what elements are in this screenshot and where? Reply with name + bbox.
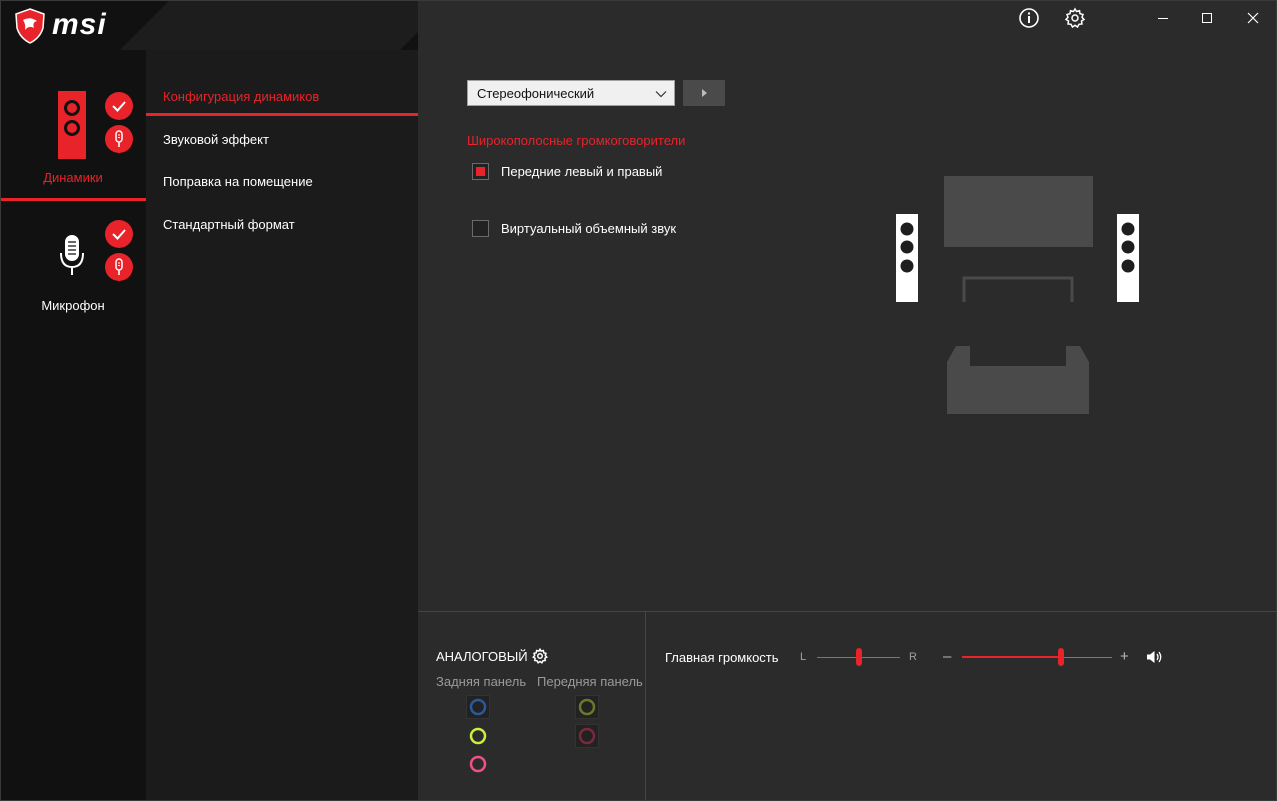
dragon-shield-icon [15, 8, 45, 44]
front-lr-checkbox[interactable] [472, 163, 489, 180]
nav-item-sound-effect[interactable]: Звуковой эффект [163, 132, 269, 147]
analog-settings-gear-icon[interactable] [531, 647, 549, 665]
gear-icon[interactable] [1063, 6, 1087, 30]
front-lr-label: Передние левый и правый [501, 164, 663, 179]
nav-item-room-correction[interactable]: Поправка на помещение [163, 174, 313, 189]
check-badge-icon [105, 220, 133, 248]
volume-decrease-button[interactable]: – [943, 648, 951, 665]
minimize-icon[interactable] [1151, 6, 1175, 30]
info-circle-icon[interactable] [1017, 6, 1041, 30]
nav-active-indicator [146, 113, 418, 116]
microphone-badge-icon [105, 253, 133, 281]
test-play-button[interactable] [683, 80, 725, 106]
section-title: Широкополосные громкоговорители [467, 133, 686, 148]
balance-left-label: L [800, 651, 807, 663]
right-speaker-icon [1117, 214, 1139, 302]
close-icon[interactable] [1241, 6, 1265, 30]
front-jack-pink[interactable] [575, 724, 599, 748]
rear-panel-label: Задняя панель [436, 674, 527, 689]
nav-item-default-format[interactable]: Стандартный формат [163, 217, 295, 232]
app-window: msi Динамики Микрофон Конфигурация динам… [0, 0, 1277, 801]
speaker-config-value: Стереофонический [477, 86, 595, 101]
balance-slider-thumb[interactable] [855, 648, 862, 666]
bottom-divider [418, 611, 1277, 612]
main-volume-label: Главная громкость [665, 650, 779, 665]
front-panel-label: Передняя панель [537, 674, 643, 689]
device-microphone[interactable]: Микрофон [0, 213, 146, 313]
sofa-shape [947, 346, 1089, 414]
navigation-column [146, 0, 418, 801]
device-label-microphone: Микрофон [41, 298, 105, 313]
front-jack-green[interactable] [575, 695, 599, 719]
device-label-speakers: Динамики [43, 170, 103, 185]
play-icon [702, 89, 707, 97]
virtual-surround-label: Виртуальный объемный звук [501, 221, 677, 236]
header-stripe [90, 0, 418, 50]
msi-logo: msi [14, 8, 139, 46]
rear-jack-pink[interactable] [466, 752, 490, 776]
device-speakers[interactable]: Динамики [0, 85, 146, 199]
speaker-layout-illustration [896, 176, 1139, 414]
balance-right-label: R [909, 651, 917, 663]
analog-title: АНАЛОГОВЫЙ [436, 649, 528, 664]
left-speaker-icon [896, 214, 918, 302]
rear-jack-green[interactable] [466, 724, 490, 748]
brand-wordmark: msi [52, 8, 107, 41]
virtual-surround-checkbox[interactable] [472, 220, 489, 237]
maximize-icon[interactable] [1195, 6, 1219, 30]
microphone-icon [60, 235, 84, 275]
rear-jack-blue[interactable] [466, 695, 490, 719]
nav-item-speaker-config[interactable]: Конфигурация динамиков [163, 89, 319, 104]
volume-slider-fill [962, 656, 1061, 658]
chevron-down-icon [655, 91, 667, 98]
volume-increase-button[interactable]: + [1120, 648, 1129, 665]
speaker-config-select[interactable]: Стереофонический [467, 80, 675, 106]
bottom-vertical-divider [645, 611, 646, 801]
check-badge-icon [105, 92, 133, 120]
device-active-indicator [0, 198, 146, 201]
volume-slider-thumb[interactable] [1058, 648, 1064, 666]
table-outline [962, 276, 1074, 302]
microphone-badge-icon [105, 125, 133, 153]
speaker-volume-icon[interactable] [1146, 649, 1164, 665]
speaker-icon [58, 91, 86, 159]
tv-screen [944, 176, 1093, 247]
